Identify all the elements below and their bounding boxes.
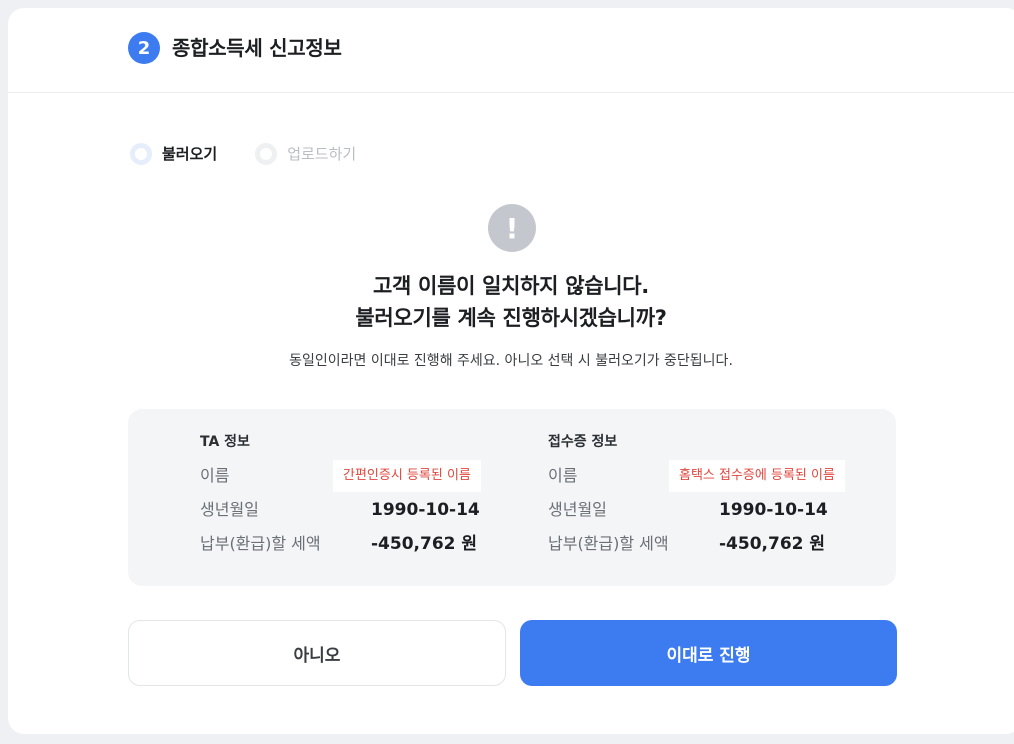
ta-birth-row: 생년월일 1990-10-14 <box>200 493 480 527</box>
radio-unselected-icon <box>255 143 278 165</box>
ta-name-row: 이름 간편인증시 등록된 이름 <box>200 459 481 493</box>
ta-birth-label: 생년월일 <box>200 500 259 519</box>
radio-option-import[interactable]: 불러오기 <box>130 142 217 166</box>
comparison-panel: TA 정보 이름 간편인증시 등록된 이름 생년월일 1990-10-14 납부… <box>128 409 896 586</box>
radio-label-upload: 업로드하기 <box>287 145 357 163</box>
receipt-info-title: 접수증 정보 <box>548 434 618 450</box>
receipt-birth-row: 생년월일 1990-10-14 <box>548 493 828 527</box>
ta-tax-label: 납부(환급)할 세액 <box>200 534 321 553</box>
ta-tax-value: -450,762 원 <box>371 534 478 554</box>
step-number-badge: 2 <box>128 32 160 64</box>
alert-title: 고객 이름이 일치하지 않습니다. 불러오기를 계속 진행하시겠습니까? <box>8 270 1014 334</box>
receipt-birth-value: 1990-10-14 <box>719 500 828 520</box>
source-option-group: 불러오기 업로드하기 <box>130 142 394 166</box>
proceed-button[interactable]: 이대로 진행 <box>520 620 897 686</box>
ta-birth-value: 1990-10-14 <box>371 500 480 520</box>
ta-info-title: TA 정보 <box>200 434 250 450</box>
radio-option-upload[interactable]: 업로드하기 <box>255 142 356 166</box>
receipt-name-value: 홈택스 접수증에 등록된 이름 <box>669 460 845 492</box>
receipt-tax-label: 납부(환급)할 세액 <box>548 534 669 553</box>
ta-name-label: 이름 <box>200 466 230 485</box>
no-button[interactable]: 아니오 <box>128 620 506 686</box>
ta-info-column: TA 정보 이름 간편인증시 등록된 이름 생년월일 1990-10-14 납부… <box>200 431 481 561</box>
alert-subtitle: 동일인이라면 이대로 진행해 주세요. 아니오 선택 시 불러오기가 중단됩니다… <box>289 353 733 369</box>
receipt-name-row: 이름 홈택스 접수증에 등록된 이름 <box>548 459 845 493</box>
ta-tax-row: 납부(환급)할 세액 -450,762 원 <box>200 527 477 561</box>
radio-label-import: 불러오기 <box>162 145 218 163</box>
section-header: 2 종합소득세 신고정보 <box>8 8 1014 93</box>
ta-name-value: 간편인증시 등록된 이름 <box>333 460 481 492</box>
alert-title-line-2: 불러오기를 계속 진행하시겠습니까? <box>355 306 667 330</box>
dialog-card: 2 종합소득세 신고정보 불러오기 업로드하기 ! 고객 이름이 일치하지 않습… <box>8 8 1014 734</box>
receipt-birth-label: 생년월일 <box>548 500 607 519</box>
section-title: 종합소득세 신고정보 <box>172 36 342 60</box>
alert-title-line-1: 고객 이름이 일치하지 않습니다. <box>373 274 649 298</box>
receipt-info-column: 접수증 정보 이름 홈택스 접수증에 등록된 이름 생년월일 1990-10-1… <box>548 431 845 561</box>
receipt-tax-value: -450,762 원 <box>719 534 826 554</box>
receipt-name-label: 이름 <box>548 466 578 485</box>
radio-selected-icon <box>130 143 152 165</box>
receipt-tax-row: 납부(환급)할 세액 -450,762 원 <box>548 527 825 561</box>
exclamation-icon: ! <box>488 204 536 252</box>
